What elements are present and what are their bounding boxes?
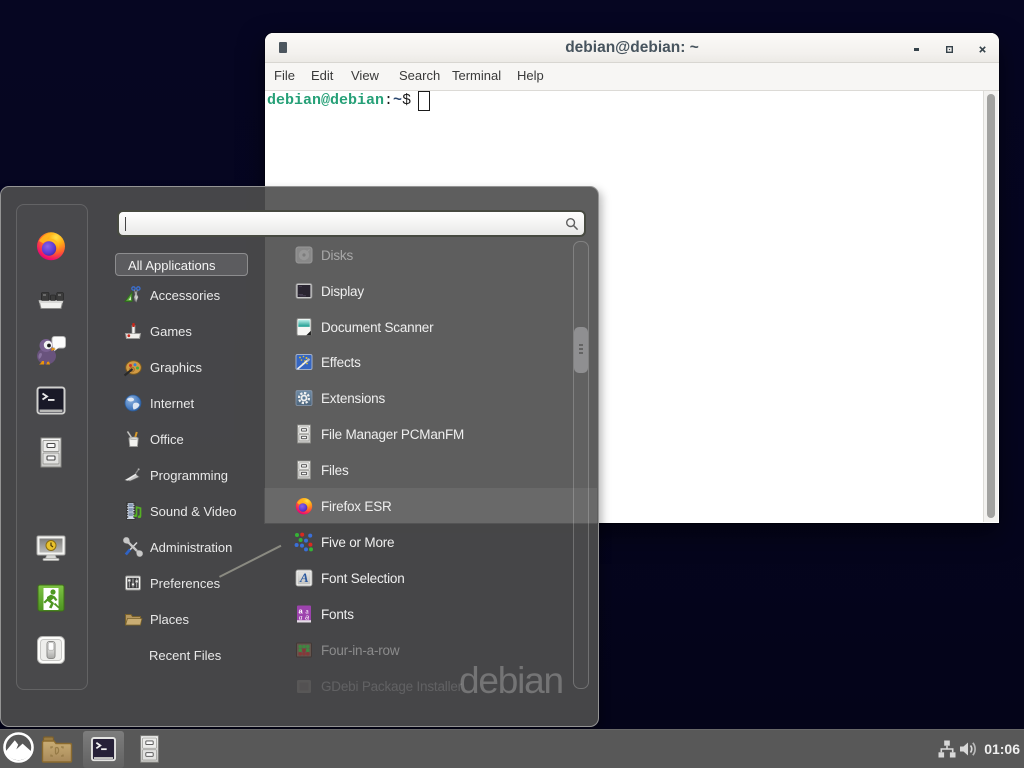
svg-text:a: a [299, 613, 303, 622]
svg-text:A: A [299, 570, 309, 585]
svg-text:a: a [305, 613, 309, 622]
